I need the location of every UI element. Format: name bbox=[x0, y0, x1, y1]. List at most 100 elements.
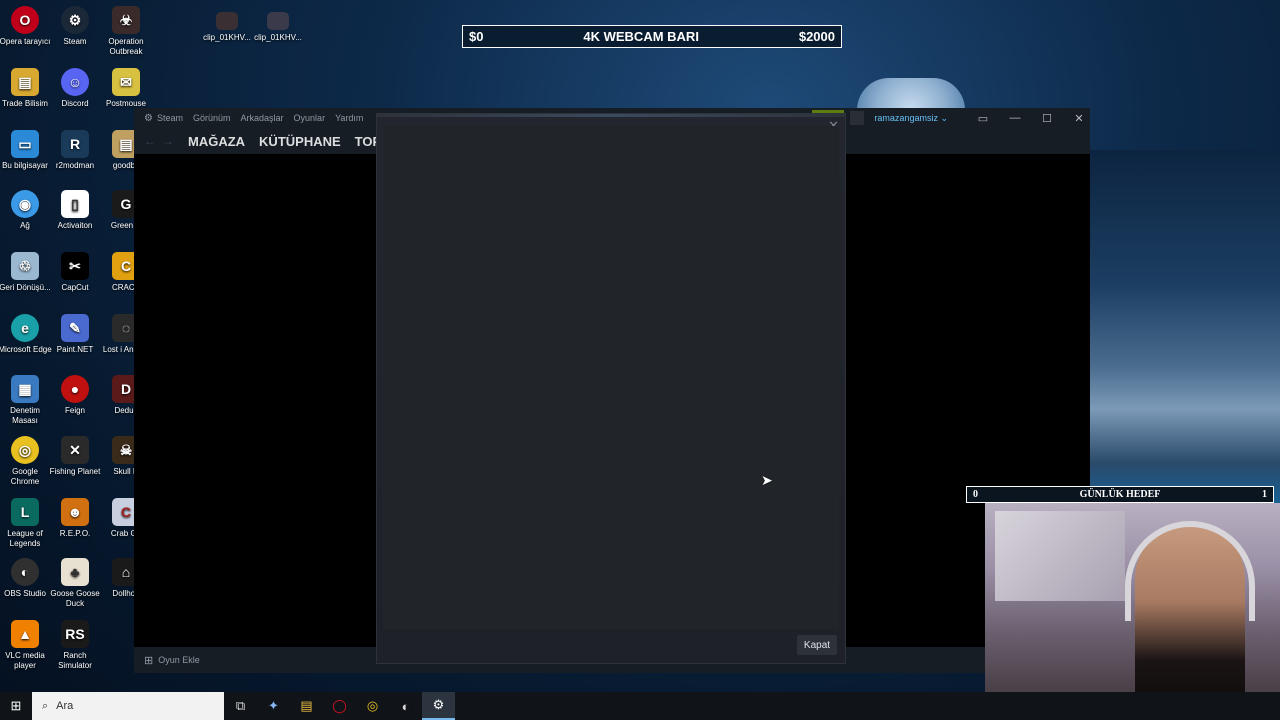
desktop-icon-obs[interactable]: ◐ OBS Studio bbox=[0, 558, 52, 599]
opera-icon: O bbox=[11, 6, 39, 34]
control-panel-icon: ▦ bbox=[11, 375, 39, 403]
postmouse-icon: ✉ bbox=[112, 68, 140, 96]
daily-goal-bar: 0 GÜNLÜK HEDEF 1 bbox=[966, 486, 1274, 503]
obs-taskbar-icon[interactable]: ◐ bbox=[389, 692, 422, 720]
paintnet-icon: ✎ bbox=[61, 314, 89, 342]
desktop-icon-steam[interactable]: ⚙ Steam bbox=[48, 6, 102, 47]
league-icon: L bbox=[11, 498, 39, 526]
goose-icon: ♣ bbox=[61, 558, 89, 586]
forward-arrow-icon[interactable]: → bbox=[162, 134, 174, 148]
webcam-overlay bbox=[985, 503, 1280, 720]
desktop-icon-vlc[interactable]: ▲ VLC media player bbox=[0, 620, 52, 671]
file-icon: ▯ bbox=[61, 190, 89, 218]
capcut-icon: ✂ bbox=[61, 252, 89, 280]
task-view-icon[interactable]: ⧉ bbox=[224, 692, 257, 720]
mouse-cursor-icon: ➤ bbox=[761, 472, 773, 488]
desktop-icon-ranch[interactable]: RS Ranch Simulator bbox=[48, 620, 102, 671]
wall-poster bbox=[995, 511, 1125, 601]
desktop-icon-lol[interactable]: L League of Legends bbox=[0, 498, 52, 549]
desktop-icon-goose[interactable]: ♣ Goose Goose Duck bbox=[48, 558, 102, 609]
steam-logo-icon: ⚙ bbox=[144, 112, 153, 124]
recycle-bin-icon: ♲ bbox=[11, 252, 39, 280]
minimize-icon[interactable]: — bbox=[1004, 112, 1026, 124]
headset bbox=[1125, 521, 1255, 621]
add-game-icon[interactable]: ⊞ bbox=[144, 654, 153, 667]
computer-icon: ▭ bbox=[11, 130, 39, 158]
taskbar-search[interactable]: ⌕ Ara bbox=[32, 692, 224, 720]
close-button[interactable]: Kapat bbox=[797, 635, 837, 655]
nav-store[interactable]: MAĞAZA bbox=[188, 134, 245, 149]
desktop-icon-capcut[interactable]: ✂ CapCut bbox=[48, 252, 102, 293]
file-explorer-icon[interactable]: ▤ bbox=[290, 692, 323, 720]
desktop-icon-opera[interactable]: O Opera tarayıcı bbox=[0, 6, 52, 47]
menu-steam[interactable]: Steam bbox=[157, 113, 183, 123]
desktop-icon-activaiton[interactable]: ▯ Activaiton bbox=[48, 190, 102, 231]
game-icon: ☣ bbox=[112, 6, 140, 34]
webcam-goal-target: $2000 bbox=[798, 29, 835, 44]
steam-taskbar-icon[interactable]: ⚙ bbox=[422, 692, 455, 720]
desktop-icon-discord[interactable]: ☺ Discord bbox=[48, 68, 102, 109]
dialog-topline bbox=[377, 114, 845, 117]
desktop-icon-repo[interactable]: ☻ R.E.P.O. bbox=[48, 498, 102, 539]
repo-icon: ☻ bbox=[61, 498, 89, 526]
desktop-icon-paintnet[interactable]: ✎ Paint.NET bbox=[48, 314, 102, 355]
desktop-icon-feign[interactable]: ● Feign bbox=[48, 375, 102, 416]
close-window-icon[interactable]: ✕ bbox=[1068, 112, 1090, 125]
account-menu[interactable]: ramazangamsiz ⌄ bbox=[874, 113, 948, 124]
daily-goal-target: 1 bbox=[1262, 489, 1267, 500]
steam-dialog: ✕ Kapat bbox=[376, 113, 846, 664]
video-file-icon bbox=[216, 12, 238, 30]
feign-icon: ● bbox=[61, 375, 89, 403]
menu-view[interactable]: Görünüm bbox=[193, 113, 231, 123]
desktop-icon-this-pc[interactable]: ▭ Bu bilgisayar bbox=[0, 130, 52, 171]
folder-icon: ▤ bbox=[11, 68, 39, 96]
desktop-icon-chrome[interactable]: ◎ Google Chrome bbox=[0, 436, 52, 487]
nav-library[interactable]: KÜTÜPHANE bbox=[259, 134, 341, 149]
desktop-icon-clip-2[interactable]: clip_01KHV... bbox=[251, 12, 305, 43]
search-placeholder: Ara bbox=[56, 700, 74, 712]
fishing-planet-icon: ✕ bbox=[61, 436, 89, 464]
menu-games[interactable]: Oyunlar bbox=[294, 113, 326, 123]
desktop-icon-recycle[interactable]: ♲ Geri Dönüşü... bbox=[0, 252, 52, 293]
big-picture-icon[interactable]: ▭ bbox=[972, 112, 994, 125]
back-arrow-icon[interactable]: ← bbox=[144, 134, 156, 148]
obs-icon: ◐ bbox=[11, 558, 39, 586]
webcam-goal-bar: $0 4K WEBCAM BARI $2000 bbox=[462, 25, 842, 48]
add-game-button[interactable]: Oyun Ekle bbox=[158, 655, 200, 665]
taskbar: ⊞ ⌕ Ara ⧉ ✦ ▤ ◯ ◎ ◐ ⚙ bbox=[0, 692, 1280, 720]
network-icon: ◉ bbox=[11, 190, 39, 218]
desktop-icon-control-panel[interactable]: ▦ Denetim Masası bbox=[0, 375, 52, 426]
moon-wallpaper bbox=[857, 78, 965, 110]
maximize-icon[interactable]: ☐ bbox=[1036, 112, 1058, 125]
menu-help[interactable]: Yardım bbox=[335, 113, 363, 123]
ranch-icon: RS bbox=[61, 620, 89, 648]
desktop-icon-edge[interactable]: e Microsoft Edge bbox=[0, 314, 52, 355]
r2modman-icon: R bbox=[61, 130, 89, 158]
webcam-goal-title: 4K WEBCAM BARI bbox=[583, 29, 699, 44]
vlc-icon: ▲ bbox=[11, 620, 39, 648]
daily-goal-title: GÜNLÜK HEDEF bbox=[1079, 489, 1161, 500]
menu-friends[interactable]: Arkadaşlar bbox=[241, 113, 284, 123]
avatar[interactable] bbox=[850, 111, 865, 125]
webcam-goal-current: $0 bbox=[469, 29, 484, 44]
edge-icon: e bbox=[11, 314, 39, 342]
discord-icon: ☺ bbox=[61, 68, 89, 96]
video-file-icon bbox=[267, 12, 289, 30]
search-icon: ⌕ bbox=[42, 699, 49, 712]
steam-window-controls: 🔔 ramazangamsiz ⌄ ▭ — ☐ ✕ bbox=[812, 108, 1090, 128]
steam-icon: ⚙ bbox=[61, 6, 89, 34]
chrome-icon: ◎ bbox=[11, 436, 39, 464]
daily-goal-current: 0 bbox=[973, 489, 978, 500]
desktop-icon-operation-outbreak[interactable]: ☣ Operation Outbreak bbox=[99, 6, 153, 57]
chrome-taskbar-icon[interactable]: ◎ bbox=[356, 692, 389, 720]
desktop-icon-trade[interactable]: ▤ Trade Bilisim bbox=[0, 68, 52, 109]
desktop-icon-fishing-planet[interactable]: ✕ Fishing Planet bbox=[48, 436, 102, 477]
opera-taskbar-icon[interactable]: ◯ bbox=[323, 692, 356, 720]
desktop-icon-r2modman[interactable]: Rr2modman bbox=[48, 130, 102, 171]
desktop-icon-clip-1[interactable]: clip_01KHV... bbox=[200, 12, 254, 43]
copilot-icon[interactable]: ✦ bbox=[257, 692, 290, 720]
windows-start-icon[interactable]: ⊞ bbox=[0, 698, 32, 714]
desktop-icon-postmouse[interactable]: ✉ Postmouse bbox=[99, 68, 153, 109]
dialog-content bbox=[383, 126, 839, 629]
desktop-icon-network[interactable]: ◉ Ağ bbox=[0, 190, 52, 231]
